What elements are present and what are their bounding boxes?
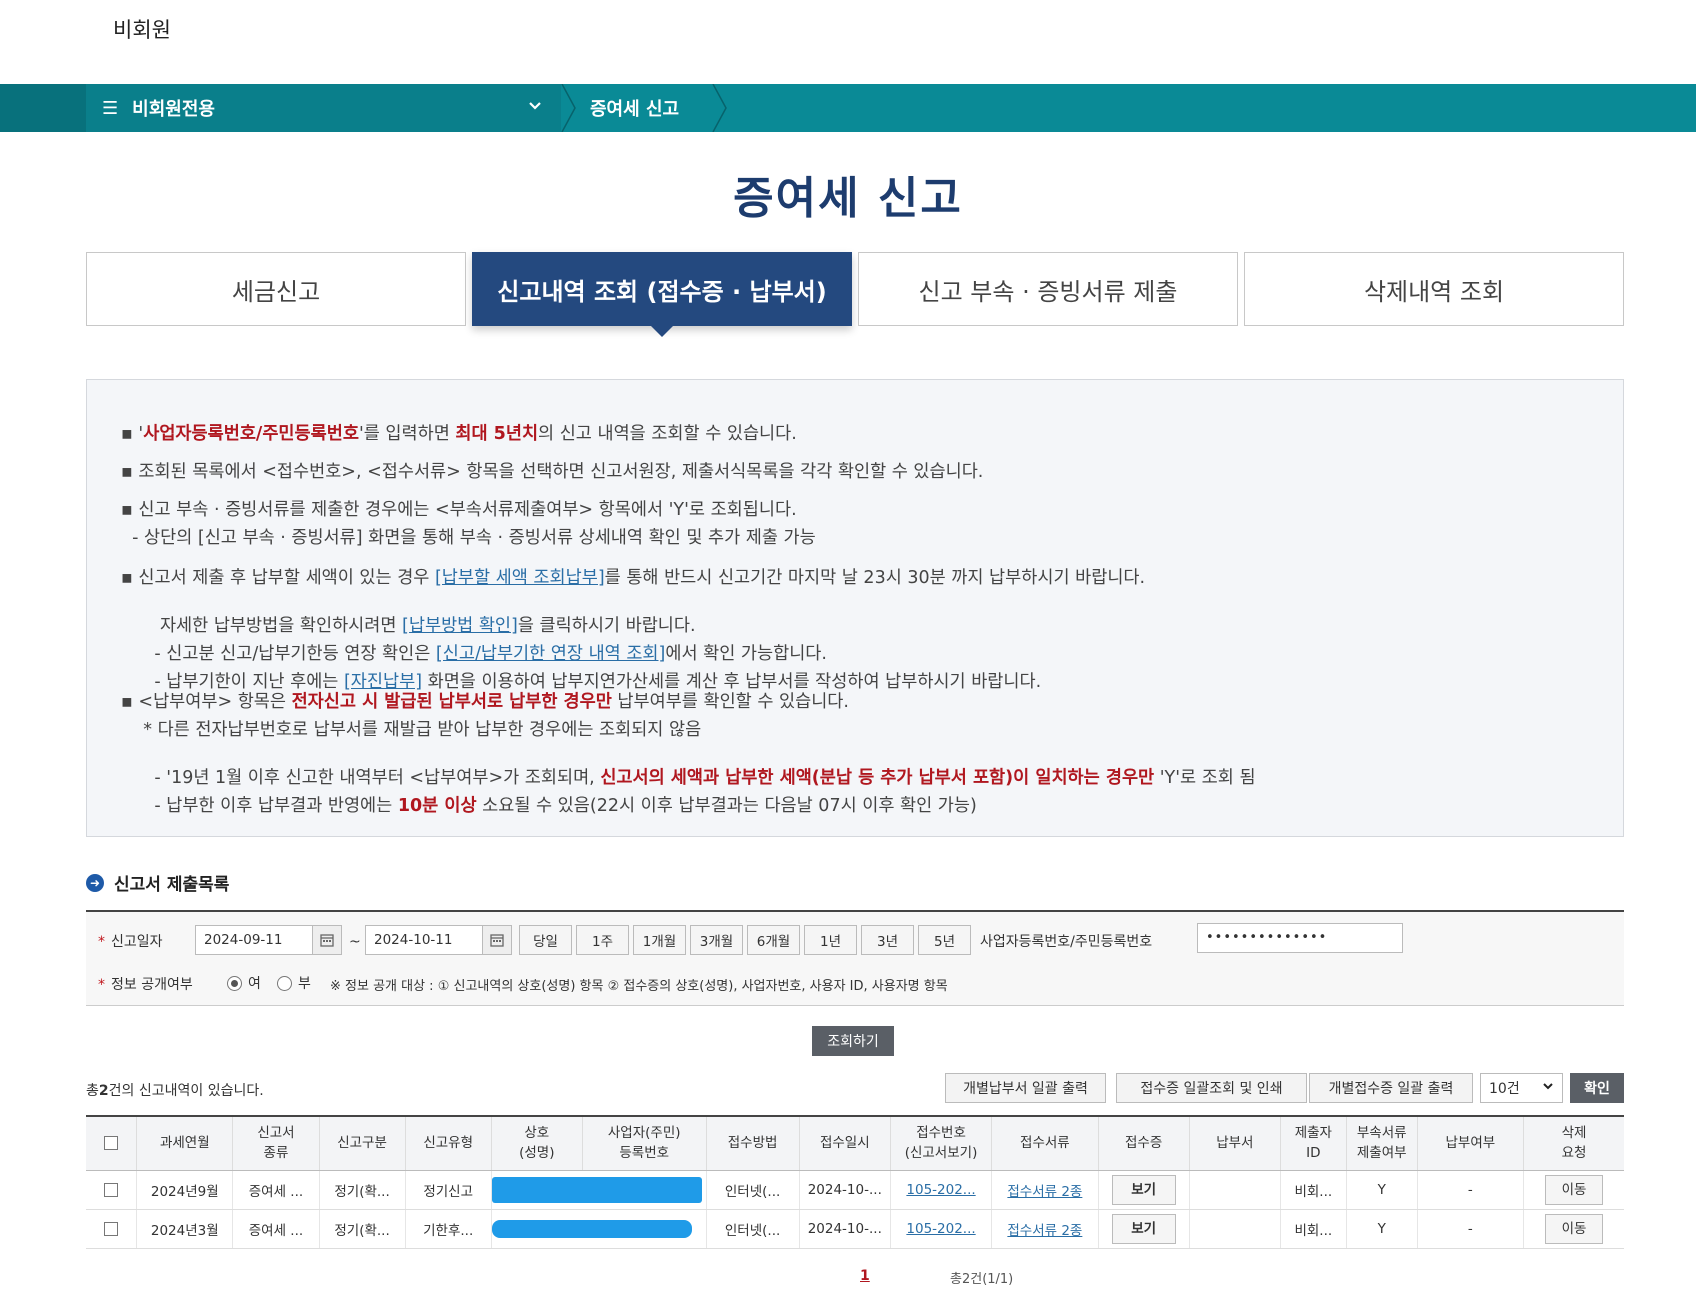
header-cell: 사업자(주민) 등록번호 xyxy=(582,1115,707,1171)
nav-menu-dropdown[interactable]: ☰ 비회원전용 xyxy=(86,84,561,132)
confirm-button[interactable]: 확인 xyxy=(1570,1073,1624,1103)
breadcrumb-separator-icon xyxy=(561,84,577,132)
arrow-circle-icon: ➜ xyxy=(86,873,104,892)
notice-line: - 상단의 [신고 부속 · 증빙서류] 화면을 통해 부속 · 증빙서류 상세… xyxy=(121,528,816,548)
search-button[interactable]: 조회하기 xyxy=(812,1026,894,1056)
calendar-icon[interactable] xyxy=(482,925,512,955)
chevron-down-icon xyxy=(527,97,543,117)
receipt-number-link[interactable]: 105-202... xyxy=(906,1182,975,1198)
period-today-button[interactable]: 당일 xyxy=(519,925,572,955)
public-note: ※ 정보 공개 대상 : ① 신고내역의 상호(성명) 항목 ② 접수증의 상호… xyxy=(330,979,948,994)
notice-line: ▪ 조회된 목록에서 <접수번호>, <접수서류> 항목을 선택하면 신고서원장… xyxy=(121,462,984,482)
calendar-icon[interactable] xyxy=(312,925,342,955)
page-link-current[interactable]: 1 xyxy=(860,1268,870,1284)
top-bar: 비회원 xyxy=(0,0,1696,84)
period-5year-button[interactable]: 5년 xyxy=(918,925,971,955)
table-row: 2024년9월 증여세 ... 정기(확... 정기신고 인터넷(... 202… xyxy=(86,1170,1624,1210)
page-size-select[interactable]: 10건 xyxy=(1480,1073,1563,1103)
table-header-row: 과세연월 신고서 종류 신고구분 신고유형 상호 (성명) 사업자(주민) 등록… xyxy=(86,1115,1624,1171)
receipt-docs-link[interactable]: 접수서류 2종 xyxy=(1007,1184,1082,1200)
date-range-tilde: ~ xyxy=(349,934,361,950)
notice-line: - 납부한 이후 납부결과 반영에는 10분 이상 소요될 수 있음(22시 이… xyxy=(143,796,977,816)
bulk-receipt-print-button[interactable]: 접수증 일괄조회 및 인쇄 xyxy=(1116,1073,1307,1103)
search-form: * 신고일자 2024-09-11 ~ 2024-10-11 당일 1주 1개월 … xyxy=(86,910,1624,1006)
header-cell: 접수서류 xyxy=(991,1115,1099,1171)
section-title: ➜ 신고서 제출목록 xyxy=(86,870,229,895)
bulk-payment-print-button[interactable]: 개별납부서 일괄 출력 xyxy=(945,1073,1106,1103)
select-all-checkbox[interactable] xyxy=(104,1136,119,1151)
row-checkbox[interactable] xyxy=(104,1182,119,1197)
notice-line: * 다른 전자납부번호로 납부서를 재발급 받아 납부한 경우에는 조회되지 않… xyxy=(121,720,702,740)
period-1year-button[interactable]: 1년 xyxy=(804,925,857,955)
header-cell: 접수일시 xyxy=(799,1115,891,1171)
tab-attachment-submit[interactable]: 신고 부속 · 증빙서류 제출 xyxy=(858,252,1238,326)
chevron-down-icon xyxy=(1542,1080,1554,1096)
breadcrumb-current[interactable]: 증여세 신고 xyxy=(590,84,679,132)
move-delete-button[interactable]: 이동 xyxy=(1545,1174,1604,1205)
view-receipt-button[interactable]: 보기 xyxy=(1111,1213,1176,1244)
public-yes-radio[interactable]: 여 xyxy=(227,973,261,993)
receipt-docs-link[interactable]: 접수서류 2종 xyxy=(1007,1223,1082,1239)
move-delete-button[interactable]: 이동 xyxy=(1545,1213,1604,1244)
individual-receipt-print-button[interactable]: 개별접수증 일괄 출력 xyxy=(1309,1073,1473,1103)
header-cell: 접수방법 xyxy=(706,1115,800,1171)
user-status-label: 비회원 xyxy=(113,18,171,42)
header-cell: 제출자 ID xyxy=(1280,1115,1347,1171)
result-count: 총2건의 신고내역이 있습니다. xyxy=(86,1083,264,1099)
notice-line: ▪ <납부여부> 항목은 전자신고 시 발급된 납부서로 납부한 경우만 납부여… xyxy=(121,692,849,712)
header-cell: 접수번호 (신고서보기) xyxy=(890,1115,993,1171)
header-cell: 신고서 종류 xyxy=(232,1115,320,1171)
notice-line: ▪ 신고 부속 · 증빙서류를 제출한 경우에는 <부속서류제출여부> 항목에서… xyxy=(121,500,797,520)
page-title: 증여세 신고 xyxy=(733,173,963,224)
id-number-label: 사업자등록번호/주민등록번호 xyxy=(980,934,1153,950)
period-1month-button[interactable]: 1개월 xyxy=(633,925,686,955)
header-cell: 신고유형 xyxy=(405,1115,492,1171)
header-cell: 과세연월 xyxy=(136,1115,234,1171)
notice-box: ▪ '사업자등록번호/주민등록번호'를 입력하면 최대 5년치의 신고 내역을 … xyxy=(86,379,1624,837)
view-receipt-button[interactable]: 보기 xyxy=(1111,1174,1176,1205)
redacted-block xyxy=(491,1219,692,1238)
tab-bar: 세금신고 신고내역 조회 (접수증 · 납부서) 신고 부속 · 증빙서류 제출… xyxy=(86,252,1624,337)
tab-tax-report[interactable]: 세금신고 xyxy=(86,252,466,326)
header-cell: 부속서류 제출여부 xyxy=(1346,1115,1418,1171)
page-total: 총2건(1/1) xyxy=(950,1272,1014,1287)
results-table: 과세연월 신고서 종류 신고구분 신고유형 상호 (성명) 사업자(주민) 등록… xyxy=(86,1115,1624,1249)
period-3month-button[interactable]: 3개월 xyxy=(690,925,743,955)
header-cell: 납부여부 xyxy=(1417,1115,1525,1171)
date-from-input[interactable]: 2024-09-11 xyxy=(195,925,317,955)
header-cell: 신고구분 xyxy=(319,1115,406,1171)
table-row: 2024년3월 증여세 ... 정기(확... 기한후... 인터넷(... 2… xyxy=(86,1209,1624,1249)
public-label: * 정보 공개여부 xyxy=(98,977,193,993)
header-cell: 접수증 xyxy=(1098,1115,1190,1171)
date-to-input[interactable]: 2024-10-11 xyxy=(365,925,487,955)
header-cell: 납부서 xyxy=(1189,1115,1281,1171)
receipt-number-link[interactable]: 105-202... xyxy=(906,1221,975,1237)
tab-report-history[interactable]: 신고내역 조회 (접수증 · 납부서) xyxy=(472,252,852,337)
period-3year-button[interactable]: 3년 xyxy=(861,925,914,955)
redacted-block xyxy=(491,1176,702,1203)
date-label: * 신고일자 xyxy=(98,934,163,950)
period-1week-button[interactable]: 1주 xyxy=(576,925,629,955)
nav-menu-label: 비회원전용 xyxy=(132,99,215,120)
public-no-radio[interactable]: 부 xyxy=(277,973,311,993)
id-number-input[interactable]: •••••••••••••• xyxy=(1197,923,1403,953)
header-cell: 삭제 요청 xyxy=(1523,1115,1624,1171)
menu-icon: ☰ xyxy=(102,97,119,119)
notice-line: ▪ '사업자등록번호/주민등록번호'를 입력하면 최대 5년치의 신고 내역을 … xyxy=(121,424,797,444)
breadcrumb-separator-icon xyxy=(712,84,728,132)
row-checkbox[interactable] xyxy=(104,1221,119,1236)
tab-deleted-history[interactable]: 삭제내역 조회 xyxy=(1244,252,1624,326)
header-cell: 상호 (성명) xyxy=(491,1115,583,1171)
navigation-bar: ☰ 비회원전용 증여세 신고 xyxy=(0,84,1696,132)
period-6month-button[interactable]: 6개월 xyxy=(747,925,800,955)
notice-line: ▪ 신고서 제출 후 납부할 세액이 있는 경우 [납부할 세액 조회납부]를 … xyxy=(121,568,1146,588)
pay-tax-link[interactable]: [납부할 세액 조회납부] xyxy=(435,568,605,588)
